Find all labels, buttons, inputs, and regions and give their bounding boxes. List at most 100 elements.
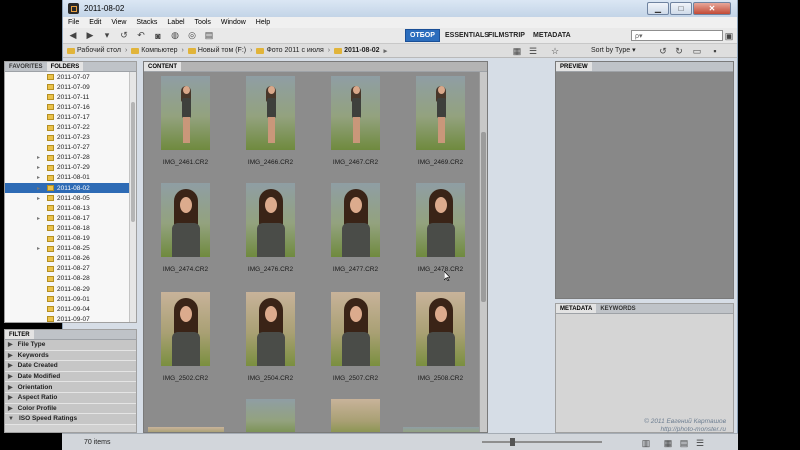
list-view-icon[interactable]: ☰ bbox=[526, 45, 540, 57]
folder-item[interactable]: 2011-08-29 bbox=[5, 284, 131, 294]
thumbnail-image[interactable] bbox=[161, 76, 210, 150]
thumbnail-image[interactable] bbox=[331, 292, 380, 366]
folder-item[interactable]: ▸ 2011-07-29 bbox=[5, 163, 131, 173]
sort-by-dropdown[interactable]: Sort by Type ▾ bbox=[591, 46, 636, 54]
expand-arrow-icon[interactable]: ▸ bbox=[37, 174, 47, 181]
tab-metadata[interactable]: METADATA bbox=[556, 304, 597, 313]
output-icon[interactable]: ▤ bbox=[202, 30, 216, 42]
folder-item[interactable]: 2011-08-27 bbox=[5, 264, 131, 274]
thumbnail-size-slider[interactable] bbox=[482, 438, 602, 446]
thumbnail-item[interactable]: IMG_2461.CR2 bbox=[146, 74, 222, 174]
expand-arrow-icon[interactable]: ▸ bbox=[37, 185, 47, 192]
thumbnail-image[interactable] bbox=[246, 399, 295, 432]
folder-scrollbar[interactable] bbox=[129, 72, 136, 322]
thumbnail-image[interactable] bbox=[331, 399, 380, 432]
folder-item[interactable]: 2011-07-23 bbox=[5, 133, 131, 143]
thumbnail-image[interactable] bbox=[416, 292, 465, 366]
folder-item[interactable]: 2011-07-17 bbox=[5, 112, 131, 122]
expand-arrow-icon[interactable]: ▸ bbox=[37, 215, 47, 222]
tab-content[interactable]: CONTENT bbox=[144, 62, 181, 71]
star-filter-icon[interactable]: ☆ bbox=[548, 45, 562, 57]
folder-item[interactable]: ▸ 2011-07-28 bbox=[5, 153, 131, 163]
workspace-otbor[interactable]: ОТБОР bbox=[405, 29, 440, 42]
menu-label[interactable]: Label bbox=[162, 19, 189, 26]
thumbnail-item[interactable]: IMG_2467.CR2 bbox=[316, 74, 392, 174]
filter-item[interactable]: ▶ Orientation bbox=[5, 382, 136, 393]
thumbnail-item[interactable]: IMG_2476.CR2 bbox=[231, 181, 307, 281]
folder-item[interactable]: ▸ 2011-08-25 bbox=[5, 244, 131, 254]
folder-item[interactable]: 2011-07-07 bbox=[5, 72, 131, 82]
menu-edit[interactable]: Edit bbox=[84, 19, 106, 26]
thumbnail-item[interactable]: IMG_2504.CR2 bbox=[231, 290, 307, 390]
thumbnail-image[interactable] bbox=[246, 292, 295, 366]
maximize-button[interactable]: □ bbox=[670, 2, 692, 15]
folder-item[interactable]: 2011-07-27 bbox=[5, 143, 131, 153]
menu-window[interactable]: Window bbox=[216, 19, 251, 26]
thumbnail-image[interactable] bbox=[161, 292, 210, 366]
menu-tools[interactable]: Tools bbox=[190, 19, 216, 26]
tab-favorites[interactable]: FAVORITES bbox=[5, 62, 47, 71]
thumbnail-item[interactable]: IMG_2502.CR2 bbox=[146, 290, 222, 390]
thumbnail-item[interactable]: IMG_2478.CR2 bbox=[401, 181, 477, 281]
tab-folders[interactable]: FOLDERS bbox=[46, 62, 84, 71]
delete-icon[interactable]: ▪ bbox=[708, 45, 722, 57]
minimize-button[interactable]: ▁ bbox=[647, 2, 669, 15]
camera-icon[interactable]: ◙ bbox=[151, 30, 165, 42]
folder-item[interactable]: 2011-08-18 bbox=[5, 223, 131, 233]
folder-item[interactable]: 2011-07-16 bbox=[5, 102, 131, 112]
workspace-filmstrip[interactable]: FILMSTRIP bbox=[484, 29, 529, 42]
folder-item[interactable]: 2011-08-26 bbox=[5, 254, 131, 264]
thumbnail-image[interactable] bbox=[331, 183, 380, 257]
folder-item[interactable]: 2011-09-01 bbox=[5, 294, 131, 304]
rotate-left-icon[interactable]: ↺ bbox=[656, 45, 670, 57]
tab-preview[interactable]: PREVIEW bbox=[556, 62, 592, 71]
menu-view[interactable]: View bbox=[106, 19, 131, 26]
view-as-list-icon[interactable]: ☰ bbox=[693, 437, 707, 449]
folder-item[interactable]: 2011-07-11 bbox=[5, 92, 131, 102]
thumbnail-image[interactable] bbox=[161, 183, 210, 257]
thumbnail-image[interactable] bbox=[416, 76, 465, 150]
filter-item[interactable]: ▶ Color Profile bbox=[5, 403, 136, 415]
expand-arrow-icon[interactable]: ▸ bbox=[37, 154, 47, 161]
crumb-computer[interactable]: Компьютер › bbox=[131, 47, 184, 54]
return-icon[interactable]: ↶ bbox=[134, 30, 148, 42]
open-in-camera-raw-icon[interactable]: ◎ bbox=[185, 30, 199, 42]
folder-item[interactable]: ▸ 2011-08-02 bbox=[5, 183, 131, 194]
expand-arrow-icon[interactable]: ▸ bbox=[37, 195, 47, 202]
folder-item[interactable]: 2011-07-09 bbox=[5, 82, 131, 92]
refine-icon[interactable]: ◍ bbox=[168, 30, 182, 42]
filter-item[interactable]: ▼ ISO Speed Ratings bbox=[5, 414, 136, 425]
folder-item[interactable]: 2011-07-22 bbox=[5, 122, 131, 132]
thumbnail-image[interactable] bbox=[246, 183, 295, 257]
thumbnail-item[interactable]: IMG_2508.CR2 bbox=[401, 290, 477, 390]
slider-knob[interactable] bbox=[510, 438, 515, 446]
rotate-right-icon[interactable]: ↻ bbox=[672, 45, 686, 57]
thumbnail-item[interactable]: IMG_2507.CR2 bbox=[316, 290, 392, 390]
thumbnail-item[interactable]: IMG_2474.CR2 bbox=[146, 181, 222, 281]
lock-thumbnail-grid-icon[interactable]: ▥ bbox=[639, 437, 653, 449]
crumb-drive[interactable]: Новый том (F:) › bbox=[187, 47, 252, 54]
crumb-current-folder[interactable]: 2011-08-02 ▸ bbox=[334, 47, 387, 55]
thumbnail-image[interactable] bbox=[246, 76, 295, 150]
thumbnail-item[interactable]: IMG_2466.CR2 bbox=[231, 74, 307, 174]
grid-view-icon[interactable]: ▦ bbox=[510, 45, 524, 57]
content-scrollbar[interactable] bbox=[479, 72, 487, 432]
expand-arrow-icon[interactable]: ▸ bbox=[37, 164, 47, 171]
folder-item[interactable]: 2011-09-07 bbox=[5, 314, 131, 322]
menu-file[interactable]: File bbox=[63, 19, 84, 26]
folder-item[interactable]: ▸ 2011-08-05 bbox=[5, 193, 131, 203]
crumb-photos-folder[interactable]: Фото 2011 с июля › bbox=[256, 47, 330, 54]
folder-item[interactable]: 2011-08-19 bbox=[5, 234, 131, 244]
workspace-metadata[interactable]: METADATA bbox=[529, 29, 575, 42]
folder-item[interactable]: 2011-09-04 bbox=[5, 304, 131, 314]
crumb-desktop[interactable]: Рабочий стол › bbox=[67, 47, 127, 54]
thumbnail-item[interactable]: IMG_2469.CR2 bbox=[401, 74, 477, 174]
folder-item[interactable]: 2011-08-28 bbox=[5, 274, 131, 284]
recent-folder-icon[interactable]: ↺ bbox=[117, 30, 131, 42]
filter-item[interactable]: ▶ Date Created bbox=[5, 361, 136, 372]
tab-keywords[interactable]: KEYWORDS bbox=[596, 304, 639, 313]
filter-item[interactable]: ▶ File Type bbox=[5, 340, 136, 351]
filter-item[interactable]: ▶ Keywords bbox=[5, 350, 136, 362]
close-button[interactable]: ✕ bbox=[693, 2, 731, 15]
forward-arrow-icon[interactable]: ▶ bbox=[83, 30, 97, 42]
